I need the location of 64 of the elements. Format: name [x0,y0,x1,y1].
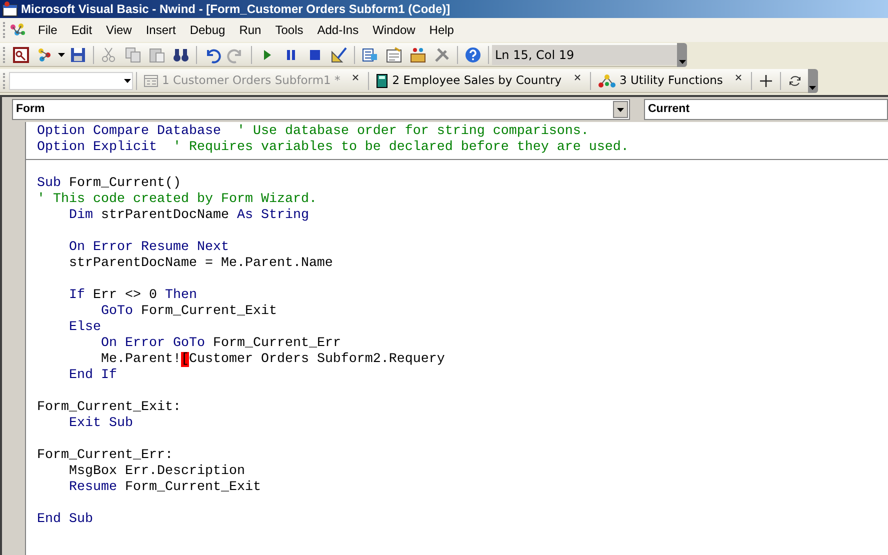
toolbox-icon[interactable] [409,46,427,64]
code-line: Me.Parent![Customer Orders Subform2.Requery [100,352,445,367]
procedure-dropdown[interactable]: Current [644,99,888,120]
document-tab[interactable]: 2 Employee Sales by Country [372,70,568,90]
book-icon [376,74,388,88]
code-line: strParentDocName = Me.Parent.Name [68,256,333,271]
form-icon [144,74,158,86]
dropdown-arrow-icon[interactable] [617,108,624,112]
tab-label: 1 Customer Orders Subform1 * [162,72,340,89]
code-line: On Error Resume Next [68,240,229,255]
design-mode-icon[interactable] [330,46,348,64]
menu-item[interactable]: Debug [182,21,232,39]
code-line: Form_Current_Exit: [37,400,181,415]
code-line: Option Compare Database ' Use database order for string comparisons. [37,124,589,139]
close-icon[interactable] [574,74,581,81]
toolbar-options-button[interactable] [808,68,818,92]
close-icon[interactable] [352,74,360,81]
code-line: Form_Current_Err: [37,448,173,463]
menu-item[interactable]: Run [232,21,268,39]
code-line: Sub Form_Current() [37,176,181,191]
menu-item[interactable]: View [99,21,139,39]
save-icon[interactable] [69,46,87,64]
refresh-icon[interactable] [788,74,802,88]
chevron-down-icon[interactable] [678,60,686,64]
code-line: Option Explicit ' Requires variables to be declared before they are used. [37,140,629,155]
menu-item[interactable]: Tools [268,21,310,39]
tab-label: 3 Utility Functions [620,72,723,89]
menu-item[interactable]: File [31,21,64,39]
menu-item[interactable]: Add-Ins [310,21,366,39]
document-icon[interactable] [9,22,27,38]
paste-icon[interactable] [148,46,166,64]
toolbar-options-button[interactable] [677,42,687,66]
menu-item[interactable]: Edit [64,21,100,39]
dropdown-arrow-icon[interactable] [124,78,131,82]
add-icon[interactable] [760,74,772,86]
window-title: Microsoft Visual Basic - Nwind - [Form_Customer Orders Subform1 (Code)] [21,1,450,18]
code-line: Else [68,320,101,335]
project-explorer-icon[interactable] [361,46,379,64]
copy-icon[interactable] [124,46,142,64]
dropdown-button[interactable] [613,101,628,118]
code-line: End If [68,368,117,383]
code-line: Resume Form_Current_Exit [68,480,261,495]
cursor-position-field: Ln 15, Col 19 [492,44,677,64]
code-line: GoTo Form_Current_Exit [100,304,277,319]
tab-label: 2 Employee Sales by Country [392,72,562,89]
chevron-down-icon[interactable] [809,86,816,90]
code-line: On Error GoTo Form_Current_Err [100,336,341,351]
code-line: End Sub [37,512,93,527]
code-line: Dim strParentDocName As String [68,208,309,223]
menu-item[interactable]: Window [366,21,422,39]
code-line: Exit Sub [68,416,133,431]
menu-item[interactable]: Insert [138,21,183,39]
module-icon [598,74,616,88]
document-tab[interactable]: 3 Utility Functions [594,70,729,90]
close-icon[interactable] [734,74,742,81]
menu-item[interactable]: Help [422,21,461,39]
code-line: ' This code created by Form Wizard. [37,192,317,207]
properties-icon[interactable] [385,46,403,64]
help-icon[interactable] [464,46,482,64]
dropdown-arrow-icon[interactable] [58,52,65,56]
code-line: If Err <> 0 Then [68,288,197,303]
cut-icon[interactable] [100,46,118,64]
app-icon [2,1,18,17]
code-line: MsgBox Err.Description [68,464,245,479]
